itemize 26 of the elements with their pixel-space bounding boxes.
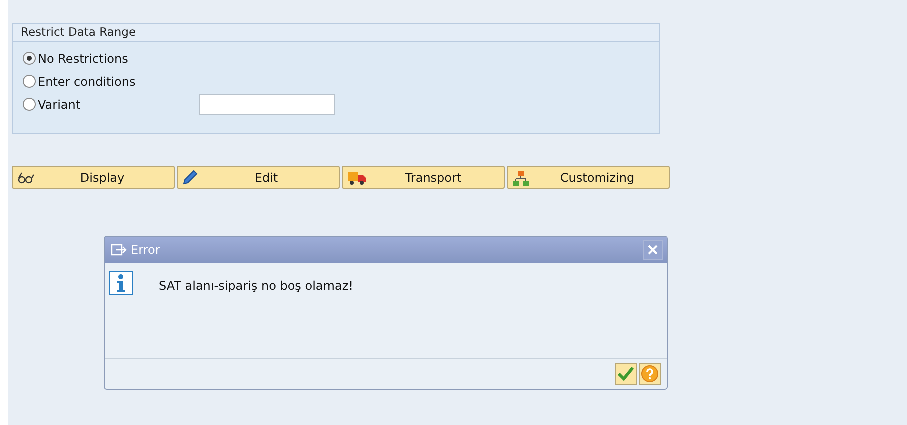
glasses-icon	[17, 170, 35, 184]
checkmark-icon	[618, 367, 634, 381]
help-button[interactable]	[639, 363, 661, 385]
close-icon	[648, 245, 658, 255]
info-icon	[109, 271, 133, 295]
help-icon	[641, 365, 659, 383]
toolbar-button[interactable]: Edit	[177, 166, 340, 189]
option-label: No Restrictions	[38, 52, 128, 66]
error-message: SAT alanı-sipariş no boş olamaz!	[159, 279, 354, 293]
pencil-icon	[182, 170, 198, 186]
hierarchy-icon	[512, 170, 530, 186]
radio-button[interactable]	[23, 75, 36, 88]
window-icon	[111, 244, 127, 256]
toolbar-button[interactable]: Display	[12, 166, 175, 189]
truck-icon	[347, 170, 367, 186]
variant-field[interactable]	[198, 94, 335, 115]
radio-button[interactable]	[23, 52, 36, 65]
group-title: Restrict Data Range	[13, 24, 659, 42]
toolbar-button[interactable]: Customizing	[507, 166, 670, 189]
option-label: Enter conditions	[38, 74, 136, 88]
radio-button[interactable]	[23, 98, 36, 111]
option-label: Variant	[38, 98, 81, 112]
confirm-button[interactable]	[615, 363, 637, 385]
dialog-title: Error	[131, 243, 162, 257]
close-button[interactable]	[643, 240, 663, 260]
toolbar-button[interactable]: Transport	[342, 166, 505, 189]
